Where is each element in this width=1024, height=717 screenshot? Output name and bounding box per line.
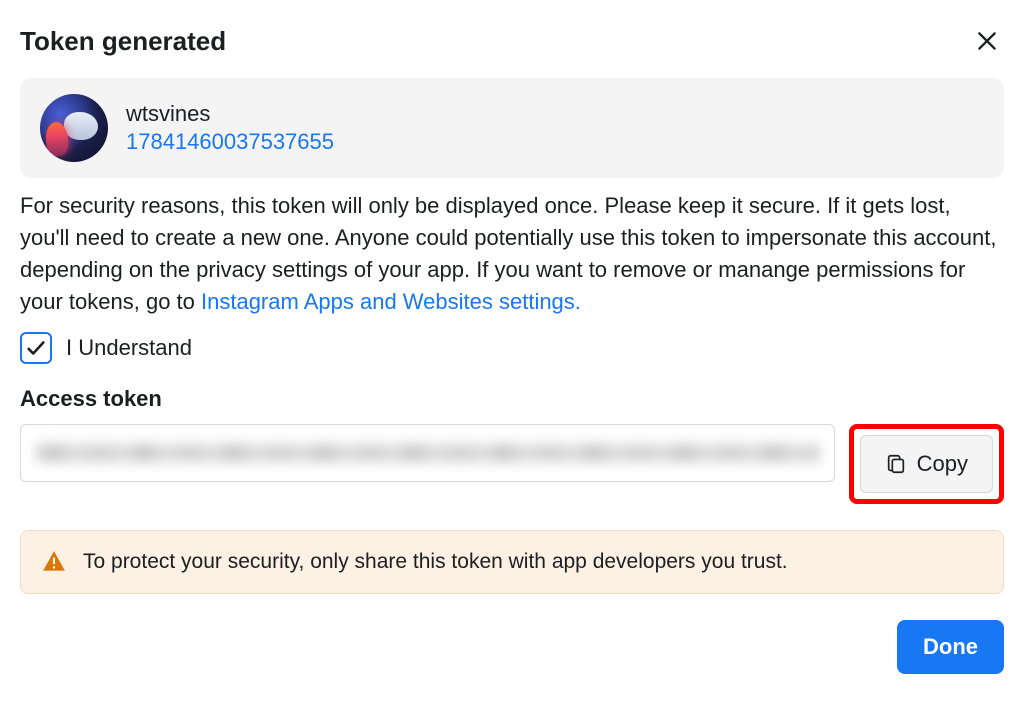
warning-icon xyxy=(41,549,67,575)
warning-banner: To protect your security, only share thi… xyxy=(20,530,1004,594)
check-icon xyxy=(25,337,47,359)
done-button[interactable]: Done xyxy=(897,620,1004,674)
copy-button-highlight: Copy xyxy=(849,424,1004,504)
copy-button-label: Copy xyxy=(917,451,968,477)
token-value-redacted xyxy=(35,444,820,462)
modal-title: Token generated xyxy=(20,26,226,57)
understand-checkbox[interactable] xyxy=(20,332,52,364)
close-icon xyxy=(974,28,1000,54)
access-token-label: Access token xyxy=(20,386,1004,412)
modal-footer: Done xyxy=(20,620,1004,674)
instagram-settings-link[interactable]: Instagram Apps and Websites settings. xyxy=(201,289,581,314)
account-id-link[interactable]: 17841460037537655 xyxy=(126,129,334,155)
account-name: wtsvines xyxy=(126,101,334,127)
account-card: wtsvines 17841460037537655 xyxy=(20,78,1004,178)
access-token-field[interactable] xyxy=(20,424,835,482)
understand-label[interactable]: I Understand xyxy=(66,335,192,361)
warning-text: To protect your security, only share thi… xyxy=(83,550,788,574)
copy-icon xyxy=(885,453,907,475)
token-row: Copy xyxy=(20,424,1004,504)
token-generated-modal: Token generated wtsvines 178414600375376… xyxy=(0,0,1024,698)
consent-row: I Understand xyxy=(20,332,1004,364)
security-description: For security reasons, this token will on… xyxy=(20,190,1004,318)
account-info: wtsvines 17841460037537655 xyxy=(126,101,334,155)
close-button[interactable] xyxy=(970,24,1004,58)
copy-button[interactable]: Copy xyxy=(860,435,993,493)
account-avatar xyxy=(40,94,108,162)
modal-header: Token generated xyxy=(20,24,1004,58)
